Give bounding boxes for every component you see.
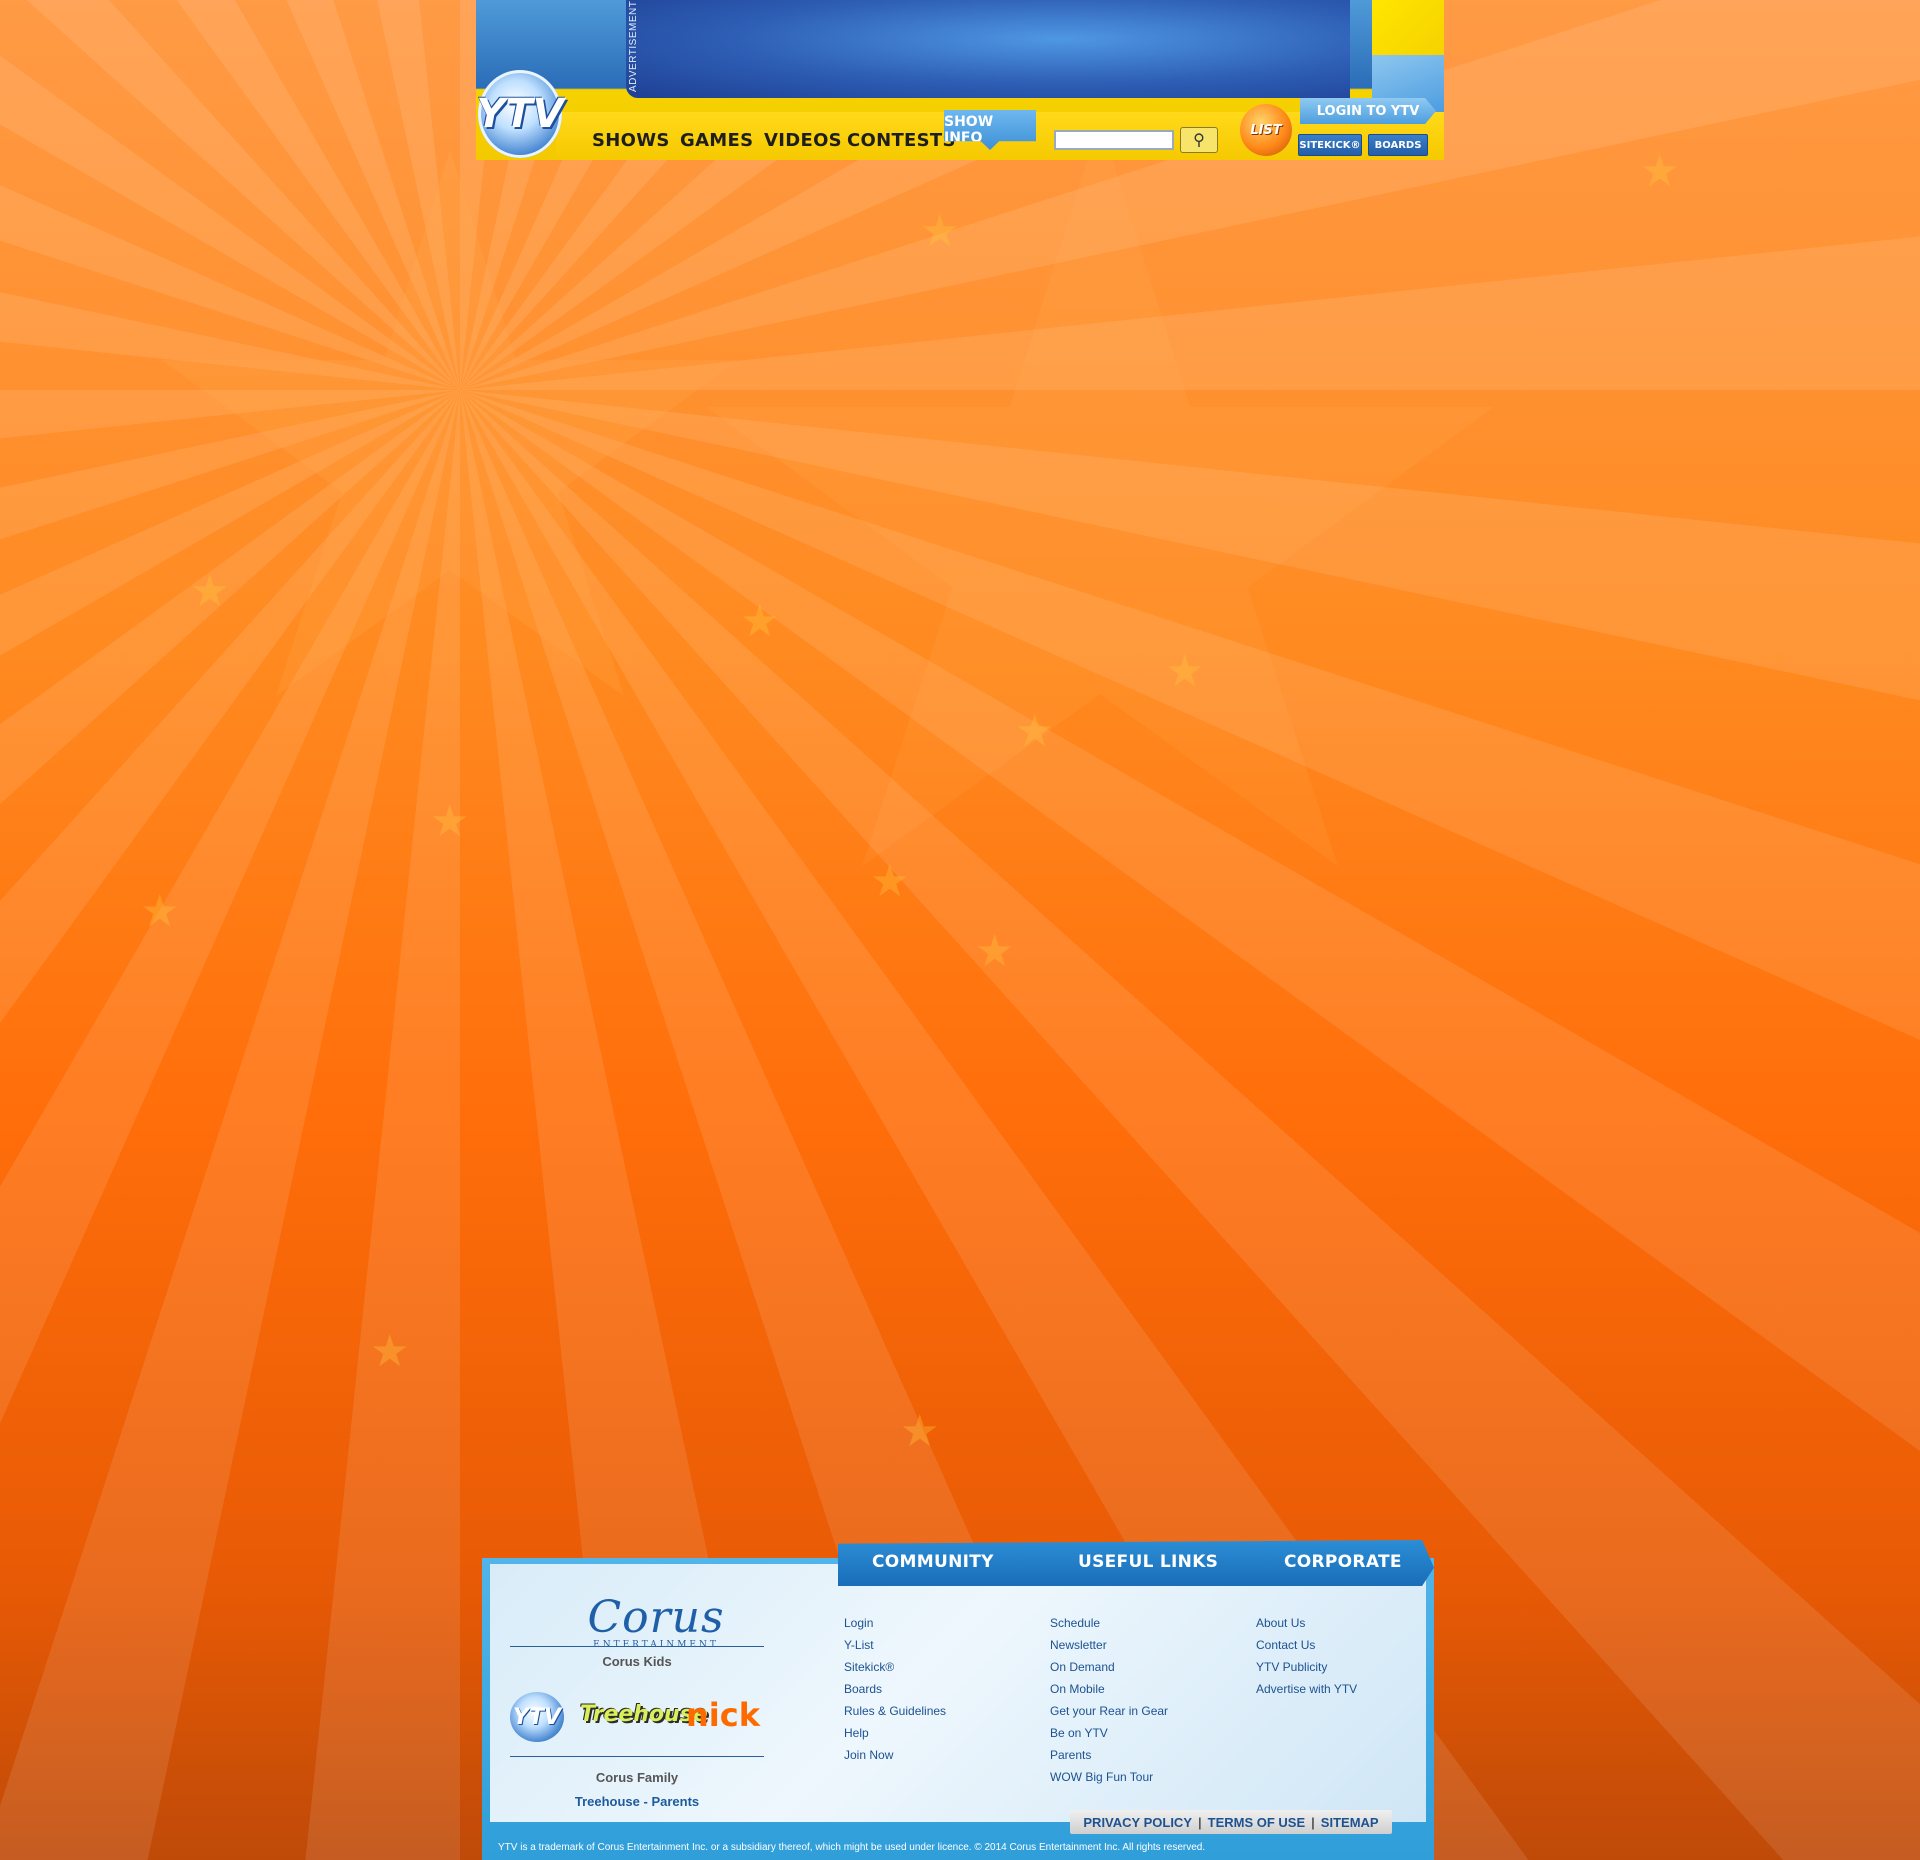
background-star-icon: ★ <box>190 567 230 616</box>
nav-videos[interactable]: VIDEOS <box>764 130 842 151</box>
useful-link-on-mobile[interactable]: On Mobile <box>1050 1682 1105 1696</box>
terms-of-use-link[interactable]: TERMS OF USE <box>1208 1815 1306 1830</box>
useful-link-be-on-ytv[interactable]: Be on YTV <box>1050 1726 1108 1740</box>
corporate-link-contact[interactable]: Contact Us <box>1256 1638 1315 1652</box>
brand-nick-logo[interactable]: nick <box>686 1696 760 1734</box>
ytv-logo[interactable]: YTV <box>476 70 564 158</box>
advertisement-banner[interactable] <box>626 0 1350 98</box>
background-star-icon: ★ <box>870 857 910 906</box>
useful-link-schedule[interactable]: Schedule <box>1050 1616 1100 1630</box>
background-star-icon: ★ <box>1015 707 1055 756</box>
background-star-icon: ★ <box>140 887 180 936</box>
privacy-policy-link[interactable]: PRIVACY POLICY <box>1083 1815 1192 1830</box>
background-star-icon: ★ <box>1165 647 1205 696</box>
ytv-logo-text: YTV <box>476 91 564 137</box>
background-star-icon: ★ <box>975 927 1015 976</box>
community-link-help[interactable]: Help <box>844 1726 869 1740</box>
community-link-boards[interactable]: Boards <box>844 1682 882 1696</box>
background-star-large <box>162 150 738 696</box>
site-header: ADVERTISEMENT YTV SHOWS GAMES VIDEOS CON… <box>476 0 1444 160</box>
sitemap-link[interactable]: SITEMAP <box>1321 1815 1379 1830</box>
site-footer: Corus ENTERTAINMENT Corus Kids YTV Treeh… <box>482 1540 1434 1860</box>
copyright-text: YTV is a trademark of Corus Entertainmen… <box>498 1842 1206 1853</box>
footer-divider <box>510 1646 764 1647</box>
tab-corporate[interactable]: CORPORATE <box>1284 1552 1402 1572</box>
background-star-icon: ★ <box>370 1327 410 1376</box>
nav-games[interactable]: GAMES <box>680 130 753 151</box>
treehouse-parents-link[interactable]: Treehouse - Parents <box>510 1794 764 1809</box>
useful-link-wow-tour[interactable]: WOW Big Fun Tour <box>1050 1770 1153 1784</box>
useful-link-on-demand[interactable]: On Demand <box>1050 1660 1115 1674</box>
useful-link-rear-in-gear[interactable]: Get your Rear in Gear <box>1050 1704 1168 1718</box>
footer-panel: Corus ENTERTAINMENT Corus Kids YTV Treeh… <box>490 1564 1426 1822</box>
corus-family-heading: Corus Family <box>595 1770 679 1785</box>
nav-contests[interactable]: CONTESTS <box>847 130 956 151</box>
sitekick-button[interactable]: SITEKICK® <box>1298 134 1362 156</box>
search-input[interactable] <box>1054 130 1174 150</box>
background-star-faint <box>706 120 1494 867</box>
background-star-icon: ★ <box>740 597 780 646</box>
corus-logo[interactable]: Corus ENTERTAINMENT <box>576 1592 736 1651</box>
corus-logo-word: Corus <box>587 1592 725 1643</box>
corporate-link-about[interactable]: About Us <box>1256 1616 1305 1630</box>
legal-separator: | <box>1311 1814 1315 1830</box>
background-star-icon: ★ <box>1640 147 1680 196</box>
tab-community[interactable]: COMMUNITY <box>872 1552 994 1572</box>
corus-kids-heading: Corus Kids <box>602 1654 672 1669</box>
footer-divider <box>510 1756 764 1757</box>
useful-link-parents[interactable]: Parents <box>1050 1748 1091 1762</box>
community-link-login[interactable]: Login <box>844 1616 873 1630</box>
corporate-link-publicity[interactable]: YTV Publicity <box>1256 1660 1327 1674</box>
community-link-rules[interactable]: Rules & Guidelines <box>844 1704 946 1718</box>
background-star-icon: ★ <box>920 207 960 256</box>
login-button[interactable]: LOGIN TO YTV <box>1300 98 1436 124</box>
background-star-icon: ★ <box>900 1407 940 1456</box>
ylist-button[interactable]: LIST <box>1240 104 1292 156</box>
legal-links-bar: PRIVACY POLICY | TERMS OF USE | SITEMAP <box>1070 1810 1392 1834</box>
corporate-link-advertise[interactable]: Advertise with YTV <box>1256 1682 1357 1696</box>
nav-shows[interactable]: SHOWS <box>592 130 670 151</box>
community-link-ylist[interactable]: Y-List <box>844 1638 874 1652</box>
background-star-icon: ★ <box>430 797 470 846</box>
community-link-sitekick[interactable]: Sitekick® <box>844 1660 894 1674</box>
brand-ytv-logo[interactable]: YTV <box>510 1692 564 1742</box>
search-icon[interactable]: ⚲ <box>1180 127 1218 153</box>
community-link-join[interactable]: Join Now <box>844 1748 893 1762</box>
corus-logo-sub: ENTERTAINMENT <box>593 1640 719 1650</box>
useful-link-newsletter[interactable]: Newsletter <box>1050 1638 1107 1652</box>
legal-separator: | <box>1198 1814 1202 1830</box>
tab-useful-links[interactable]: USEFUL LINKS <box>1078 1552 1218 1572</box>
advertisement-label: ADVERTISEMENT <box>628 0 639 92</box>
boards-button[interactable]: BOARDS <box>1368 134 1428 156</box>
